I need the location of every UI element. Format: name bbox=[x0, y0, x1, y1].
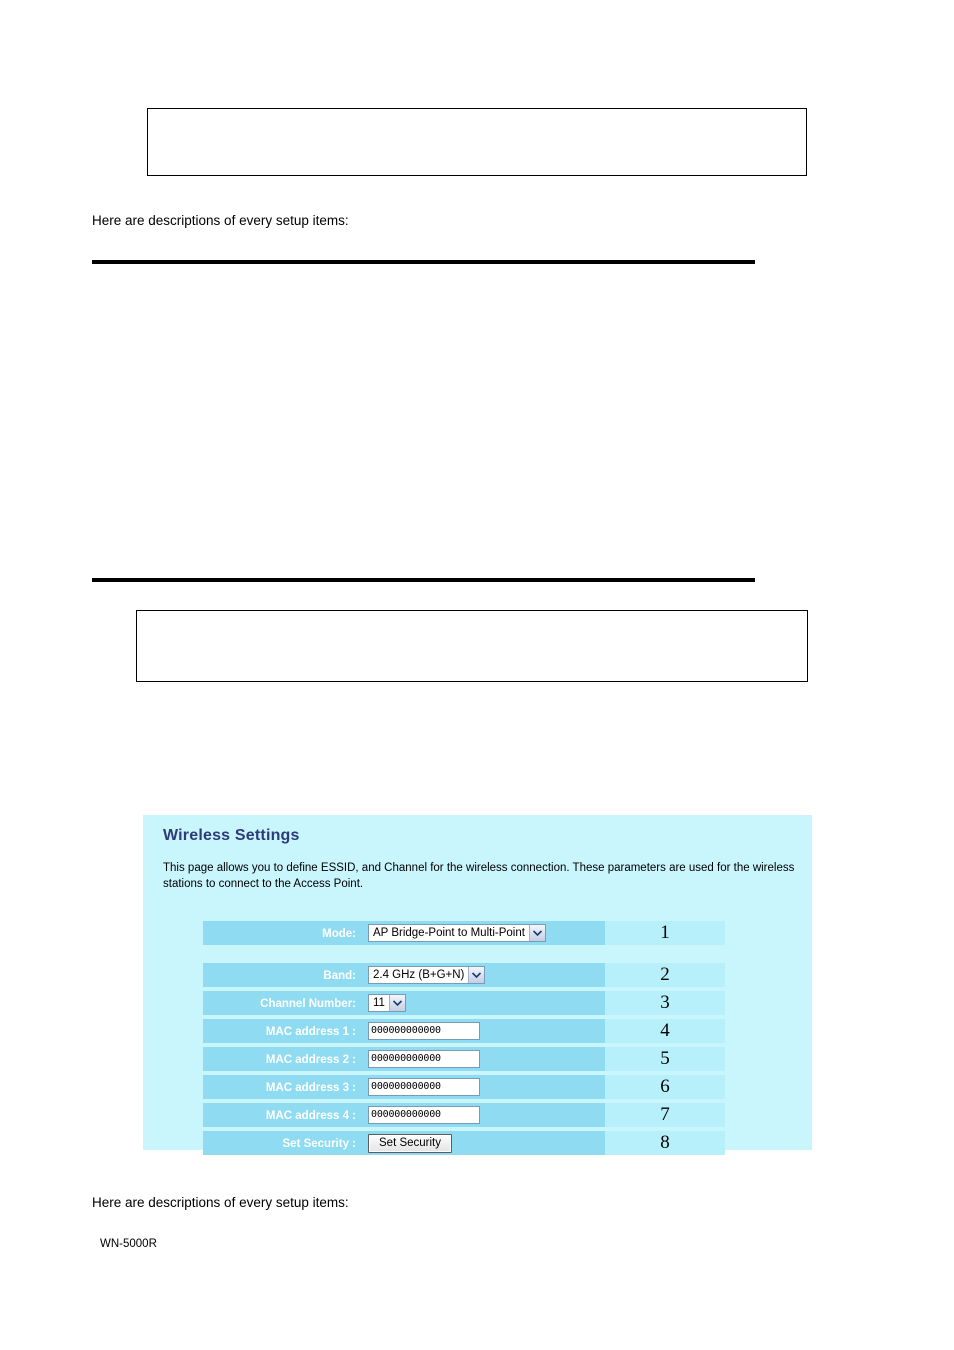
mac-address-3-input[interactable]: 000000000000 bbox=[368, 1077, 480, 1096]
mac-address-3-label: MAC address 3 : bbox=[265, 1082, 356, 1094]
mac-address-3-label-cell: MAC address 3 : bbox=[203, 1075, 363, 1099]
channel-number-select[interactable]: 11 bbox=[368, 993, 406, 1012]
channel-number-select-value: 11 bbox=[373, 996, 385, 1009]
chevron-down-icon[interactable] bbox=[528, 924, 545, 941]
panel-description: This page allows you to define ESSID, an… bbox=[163, 862, 795, 890]
table-row: Channel Number: 11 3 bbox=[203, 991, 725, 1015]
mac-address-2-control-cell: 000000000000 bbox=[363, 1047, 605, 1071]
mac-address-3-control-cell: 000000000000 bbox=[363, 1075, 605, 1099]
mac-address-2-label-cell: MAC address 2 : bbox=[203, 1047, 363, 1071]
mac-address-1-label-cell: MAC address 1 : bbox=[203, 1019, 363, 1043]
chevron-down-icon[interactable] bbox=[388, 994, 405, 1011]
chevron-down-icon[interactable] bbox=[468, 966, 485, 983]
set-security-label: Set Security : bbox=[282, 1138, 357, 1150]
table-row: Set Security : Set Security 8 bbox=[203, 1131, 725, 1155]
wireless-settings-table: Mode: AP Bridge-Point to Multi-Point 1 B… bbox=[203, 921, 725, 1155]
horizontal-rule-bottom bbox=[92, 578, 755, 582]
set-security-step-number: 8 bbox=[605, 1131, 725, 1155]
top-empty-box bbox=[147, 108, 807, 176]
mode-select-value: AP Bridge-Point to Multi-Point bbox=[373, 926, 525, 939]
mode-label: Mode: bbox=[322, 928, 356, 940]
table-row: Band: 2.4 GHz (B+G+N) 2 bbox=[203, 963, 725, 987]
middle-empty-box bbox=[136, 610, 808, 682]
footer-model-label: WN-5000R bbox=[100, 1238, 157, 1250]
mac-address-4-step-number: 7 bbox=[605, 1103, 725, 1127]
table-row: MAC address 3 : 000000000000 6 bbox=[203, 1075, 725, 1099]
table-row: MAC address 4 : 000000000000 7 bbox=[203, 1103, 725, 1127]
set-security-label-cell: Set Security : bbox=[203, 1131, 363, 1155]
mode-control-cell: AP Bridge-Point to Multi-Point bbox=[363, 921, 605, 945]
mac-address-2-step-number: 5 bbox=[605, 1047, 725, 1071]
table-row: Mode: AP Bridge-Point to Multi-Point 1 bbox=[203, 921, 725, 945]
mac-address-2-value: 000000000000 bbox=[371, 1052, 441, 1064]
mac-address-4-value: 000000000000 bbox=[371, 1108, 441, 1120]
channel-number-label: Channel Number: bbox=[260, 998, 356, 1010]
table-row: MAC address 2 : 000000000000 5 bbox=[203, 1047, 725, 1071]
mac-address-1-input[interactable]: 000000000000 bbox=[368, 1021, 480, 1040]
mac-address-1-label: MAC address 1 : bbox=[265, 1026, 356, 1038]
band-control-cell: 2.4 GHz (B+G+N) bbox=[363, 963, 605, 987]
set-security-control-cell: Set Security bbox=[363, 1131, 605, 1155]
instruction-text-bottom: Here are descriptions of every setup ite… bbox=[92, 1195, 349, 1210]
band-step-number: 2 bbox=[605, 963, 725, 987]
set-security-button[interactable]: Set Security bbox=[368, 1133, 452, 1153]
mac-address-1-value: 000000000000 bbox=[371, 1024, 441, 1036]
band-label: Band: bbox=[323, 970, 356, 982]
horizontal-rule-top bbox=[92, 260, 755, 264]
mac-address-2-label: MAC address 2 : bbox=[265, 1054, 356, 1066]
mac-address-4-input[interactable]: 000000000000 bbox=[368, 1105, 480, 1124]
mac-address-2-input[interactable]: 000000000000 bbox=[368, 1049, 480, 1068]
mode-step-number: 1 bbox=[605, 921, 725, 945]
channel-number-step-number: 3 bbox=[605, 991, 725, 1015]
panel-title: Wireless Settings bbox=[163, 827, 300, 844]
wireless-settings-panel: Wireless Settings This page allows you t… bbox=[143, 815, 812, 1155]
mode-label-cell: Mode: bbox=[203, 921, 363, 945]
mac-address-3-step-number: 6 bbox=[605, 1075, 725, 1099]
mac-address-1-step-number: 4 bbox=[605, 1019, 725, 1043]
mode-select[interactable]: AP Bridge-Point to Multi-Point bbox=[368, 923, 546, 942]
band-select-value: 2.4 GHz (B+G+N) bbox=[373, 968, 465, 981]
mac-address-4-label: MAC address 4 : bbox=[265, 1110, 356, 1122]
mac-address-1-control-cell: 000000000000 bbox=[363, 1019, 605, 1043]
mac-address-4-control-cell: 000000000000 bbox=[363, 1103, 605, 1127]
channel-number-control-cell: 11 bbox=[363, 991, 605, 1015]
table-spacer-row bbox=[203, 945, 725, 963]
mac-address-4-label-cell: MAC address 4 : bbox=[203, 1103, 363, 1127]
spacer-cell-right bbox=[605, 945, 725, 963]
band-label-cell: Band: bbox=[203, 963, 363, 987]
table-row: MAC address 1 : 000000000000 4 bbox=[203, 1019, 725, 1043]
mac-address-3-value: 000000000000 bbox=[371, 1080, 441, 1092]
channel-number-label-cell: Channel Number: bbox=[203, 991, 363, 1015]
instruction-text-top: Here are descriptions of every setup ite… bbox=[92, 213, 349, 228]
spacer-cell-mid bbox=[363, 945, 605, 963]
spacer-cell-left bbox=[203, 945, 363, 963]
band-select[interactable]: 2.4 GHz (B+G+N) bbox=[368, 965, 486, 984]
